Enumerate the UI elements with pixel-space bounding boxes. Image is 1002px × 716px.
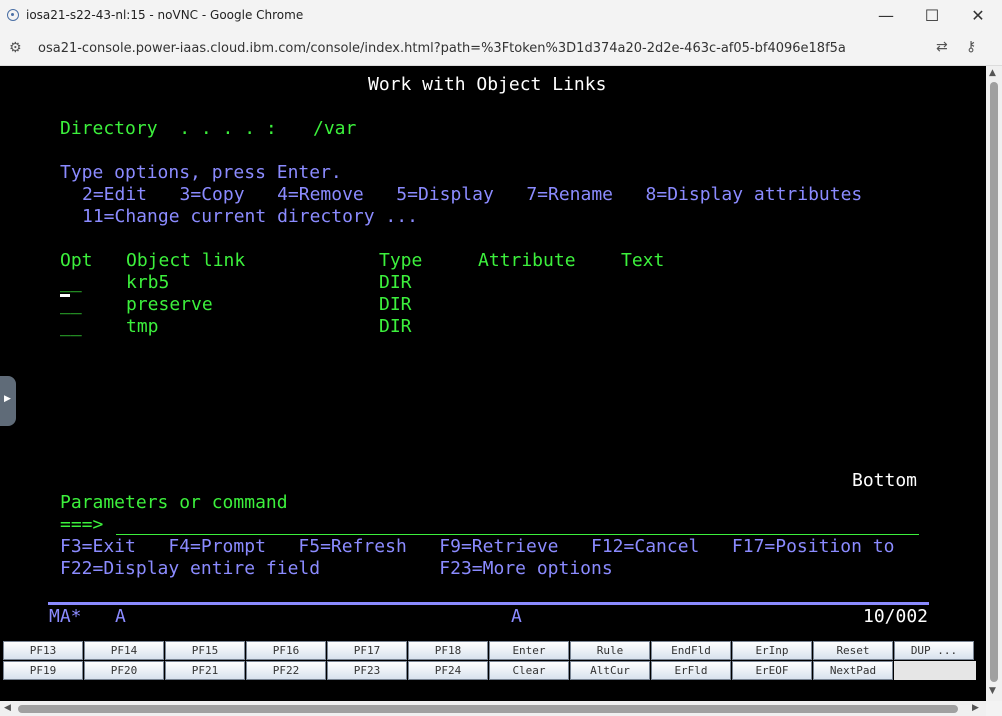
function-keys-line-1: F3=Exit F4=Prompt F5=Refresh F9=Retrieve… (60, 536, 895, 557)
address-bar: ⚙ osa21-console.power-iaas.cloud.ibm.com… (0, 33, 1002, 66)
key-rule[interactable]: Rule (570, 641, 650, 660)
scroll-right-icon[interactable]: ▶ (972, 703, 979, 713)
minimize-button[interactable]: — (866, 4, 906, 28)
opt-input-preserve[interactable]: __ (60, 294, 82, 316)
directory-value: /var (313, 118, 357, 139)
options-line-2: 11=Change current directory ... (82, 206, 418, 227)
key-nextpad[interactable]: NextPad (813, 661, 893, 680)
column-header-text: Text (621, 250, 665, 271)
object-link-preserve: preserve (126, 294, 213, 315)
key-pf24[interactable]: PF24 (408, 661, 488, 680)
column-header-attribute: Attribute (478, 250, 576, 271)
window-title-bar: iosa21-s22-43-nl:15 - noVNC - Google Chr… (0, 0, 1002, 33)
type-tmp: DIR (379, 316, 412, 337)
key-reset[interactable]: Reset (813, 641, 893, 660)
key-pf21[interactable]: PF21 (165, 661, 245, 680)
close-button[interactable]: ✕ (958, 4, 998, 28)
opt-input-krb5[interactable]: __ (60, 272, 82, 294)
function-keys-line-2: F22=Display entire field F23=More option… (60, 558, 613, 579)
horizontal-scroll-thumb[interactable] (18, 705, 958, 713)
column-header-object-link: Object link (126, 250, 246, 271)
keypad-empty-cell (894, 661, 976, 680)
scroll-down-icon[interactable]: ▼ (989, 686, 996, 696)
key-pf13[interactable]: PF13 (3, 641, 83, 660)
key-pf22[interactable]: PF22 (246, 661, 326, 680)
key-erfld[interactable]: ErFld (651, 661, 731, 680)
type-preserve: DIR (379, 294, 412, 315)
site-info-icon[interactable]: ⚙ (9, 40, 22, 56)
key-endfld[interactable]: EndFld (651, 641, 731, 660)
key-dup[interactable]: DUP ... (894, 641, 974, 660)
key-clear[interactable]: Clear (489, 661, 569, 680)
vertical-scroll-thumb[interactable] (990, 82, 998, 682)
key-pf16[interactable]: PF16 (246, 641, 326, 660)
status-a-right: A (511, 606, 522, 627)
scroll-up-icon[interactable]: ▲ (989, 68, 996, 78)
key-ereof[interactable]: ErEOF (732, 661, 812, 680)
bottom-indicator: Bottom (852, 470, 918, 491)
key-altcur[interactable]: AltCur (570, 661, 650, 680)
url-field[interactable]: osa21-console.power-iaas.cloud.ibm.com/c… (38, 41, 846, 56)
screen-header: Work with Object Links (368, 74, 607, 95)
command-prompt: ===> (60, 514, 104, 535)
column-header-type: Type (379, 250, 423, 271)
directory-label: Directory . . . . : (60, 118, 277, 139)
keypad: PF13 PF14 PF15 PF16 PF17 PF18 Enter Rule… (0, 640, 986, 701)
key-erinp[interactable]: ErInp (732, 641, 812, 660)
vertical-scrollbar[interactable]: ▲ ▼ (986, 66, 1002, 701)
key-enter[interactable]: Enter (489, 641, 569, 660)
object-link-tmp: tmp (126, 316, 159, 337)
cursor-position: 10/002 (863, 606, 929, 627)
horizontal-scrollbar[interactable]: ◀ ▶ (0, 701, 986, 716)
command-input[interactable] (116, 534, 919, 535)
column-header-opt: Opt (60, 250, 93, 271)
scroll-left-icon[interactable]: ◀ (4, 703, 11, 713)
novnc-favicon-icon (7, 9, 19, 21)
status-divider (48, 602, 929, 605)
key-pf23[interactable]: PF23 (327, 661, 407, 680)
novnc-control-bar-handle[interactable]: ▶ (0, 376, 16, 426)
key-icon[interactable]: ⚷ (966, 39, 976, 55)
expand-arrow-icon: ▶ (4, 394, 11, 404)
translate-icon[interactable]: ⇄ (936, 39, 948, 55)
parameters-label: Parameters or command (60, 492, 288, 513)
window-title: iosa21-s22-43-nl:15 - noVNC - Google Chr… (26, 8, 304, 22)
key-pf15[interactable]: PF15 (165, 641, 245, 660)
opt-input-tmp[interactable]: __ (60, 316, 82, 338)
key-pf14[interactable]: PF14 (84, 641, 164, 660)
object-link-krb5: krb5 (126, 272, 170, 293)
key-pf17[interactable]: PF17 (327, 641, 407, 660)
instructions: Type options, press Enter. (60, 162, 342, 183)
key-pf20[interactable]: PF20 (84, 661, 164, 680)
status-a-left: A (115, 606, 126, 627)
status-message-wait: MA* (49, 606, 82, 627)
key-pf18[interactable]: PF18 (408, 641, 488, 660)
type-krb5: DIR (379, 272, 412, 293)
key-pf19[interactable]: PF19 (3, 661, 83, 680)
options-line-1: 2=Edit 3=Copy 4=Remove 5=Display 7=Renam… (82, 184, 863, 205)
terminal-screen[interactable]: Work with Object Links Directory . . . .… (0, 66, 986, 640)
maximize-button[interactable]: ☐ (912, 4, 952, 28)
